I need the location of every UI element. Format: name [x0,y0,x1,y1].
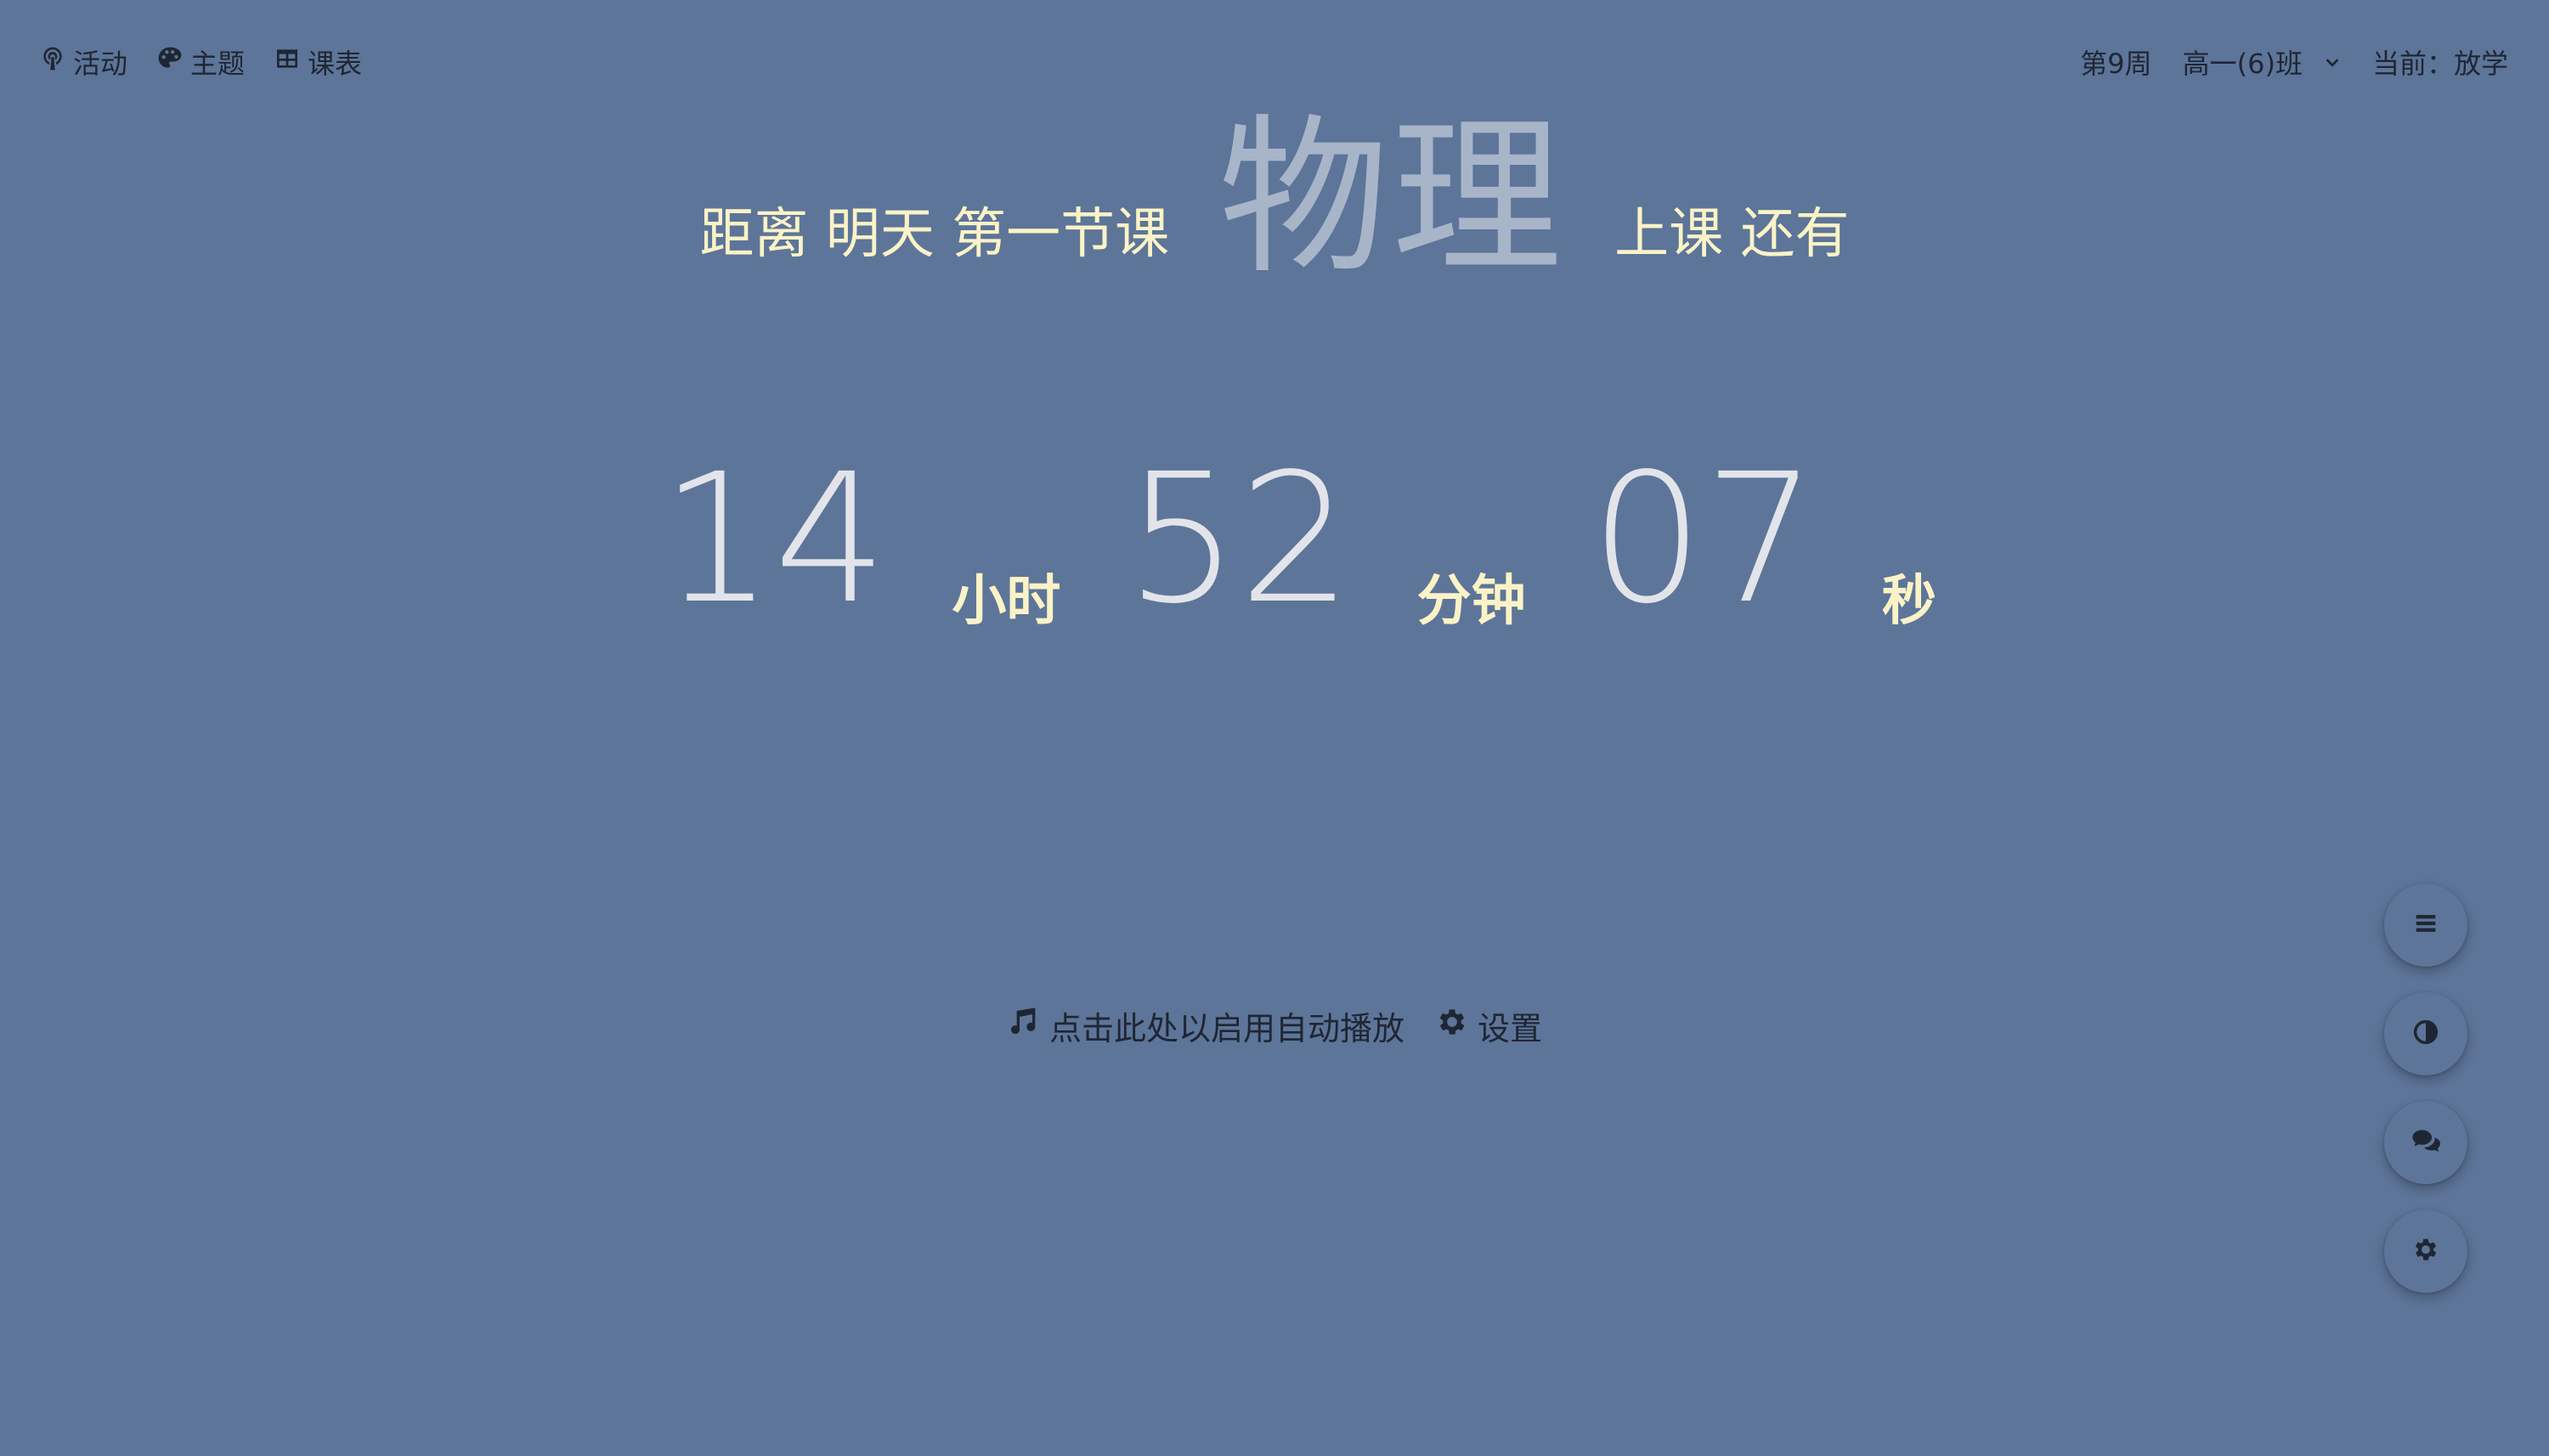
chevron-down-icon [2323,46,2342,78]
nav-schedule[interactable]: 课表 [274,42,362,82]
heading-prefix: 距离 明天 第一节课 [699,203,1170,266]
settings-button[interactable] [2384,1210,2467,1293]
subject-name: 物理 [1218,99,1566,297]
week-indicator: 第9周 [2080,48,2152,80]
podcast-icon [39,45,66,79]
countdown-hours: 14 [660,435,888,643]
countdown-minutes: 52 [1125,435,1353,643]
chat-button[interactable] [2384,1101,2467,1184]
settings-link[interactable]: 设置 [1435,1002,1542,1049]
table-icon [274,45,301,79]
action-row: 点击此处以启用自动播放 设置 [0,1002,2549,1049]
next-class-heading: 距离 明天 第一节课 物理 上课 还有 [0,114,2549,289]
heading-suffix: 上课 还有 [1614,203,1850,266]
countdown-seconds-unit: 秒 [1881,570,1936,633]
nav-activity[interactable]: 活动 [39,42,127,82]
countdown-seconds: 07 [1590,435,1817,643]
nav-activity-label: 活动 [73,48,128,80]
menu-button[interactable] [2384,883,2467,967]
autoplay-label: 点击此处以启用自动播放 [1048,1010,1404,1047]
class-select-value: 高一(6)班 [2182,48,2303,80]
chat-icon [2411,1126,2440,1159]
music-icon [1007,1005,1041,1047]
countdown-minutes-unit: 分钟 [1416,570,1526,633]
floating-buttons [2384,883,2467,1293]
countdown: 14 小时 52 分钟 07 秒 [0,442,2549,629]
contrast-button[interactable] [2384,992,2467,1075]
palette-icon [156,45,184,79]
contrast-icon [2411,1018,2440,1050]
gear-icon [2411,1235,2440,1267]
current-status: 当前：放学 [2371,48,2508,80]
nav-schedule-label: 课表 [308,48,363,80]
gear-icon [1435,1005,1469,1047]
status-area: 第9周 高一(6)班 当前：放学 [2080,42,2508,82]
nav-theme-label: 主题 [190,48,246,80]
settings-label: 设置 [1478,1010,1543,1047]
nav-theme[interactable]: 主题 [156,42,245,82]
nav-left: 活动 主题 课表 [39,42,362,82]
autoplay-button[interactable]: 点击此处以启用自动播放 [1007,1002,1404,1049]
class-select[interactable]: 高一(6)班 [2183,42,2342,82]
countdown-hours-unit: 小时 [952,570,1061,633]
menu-icon [2411,909,2440,941]
